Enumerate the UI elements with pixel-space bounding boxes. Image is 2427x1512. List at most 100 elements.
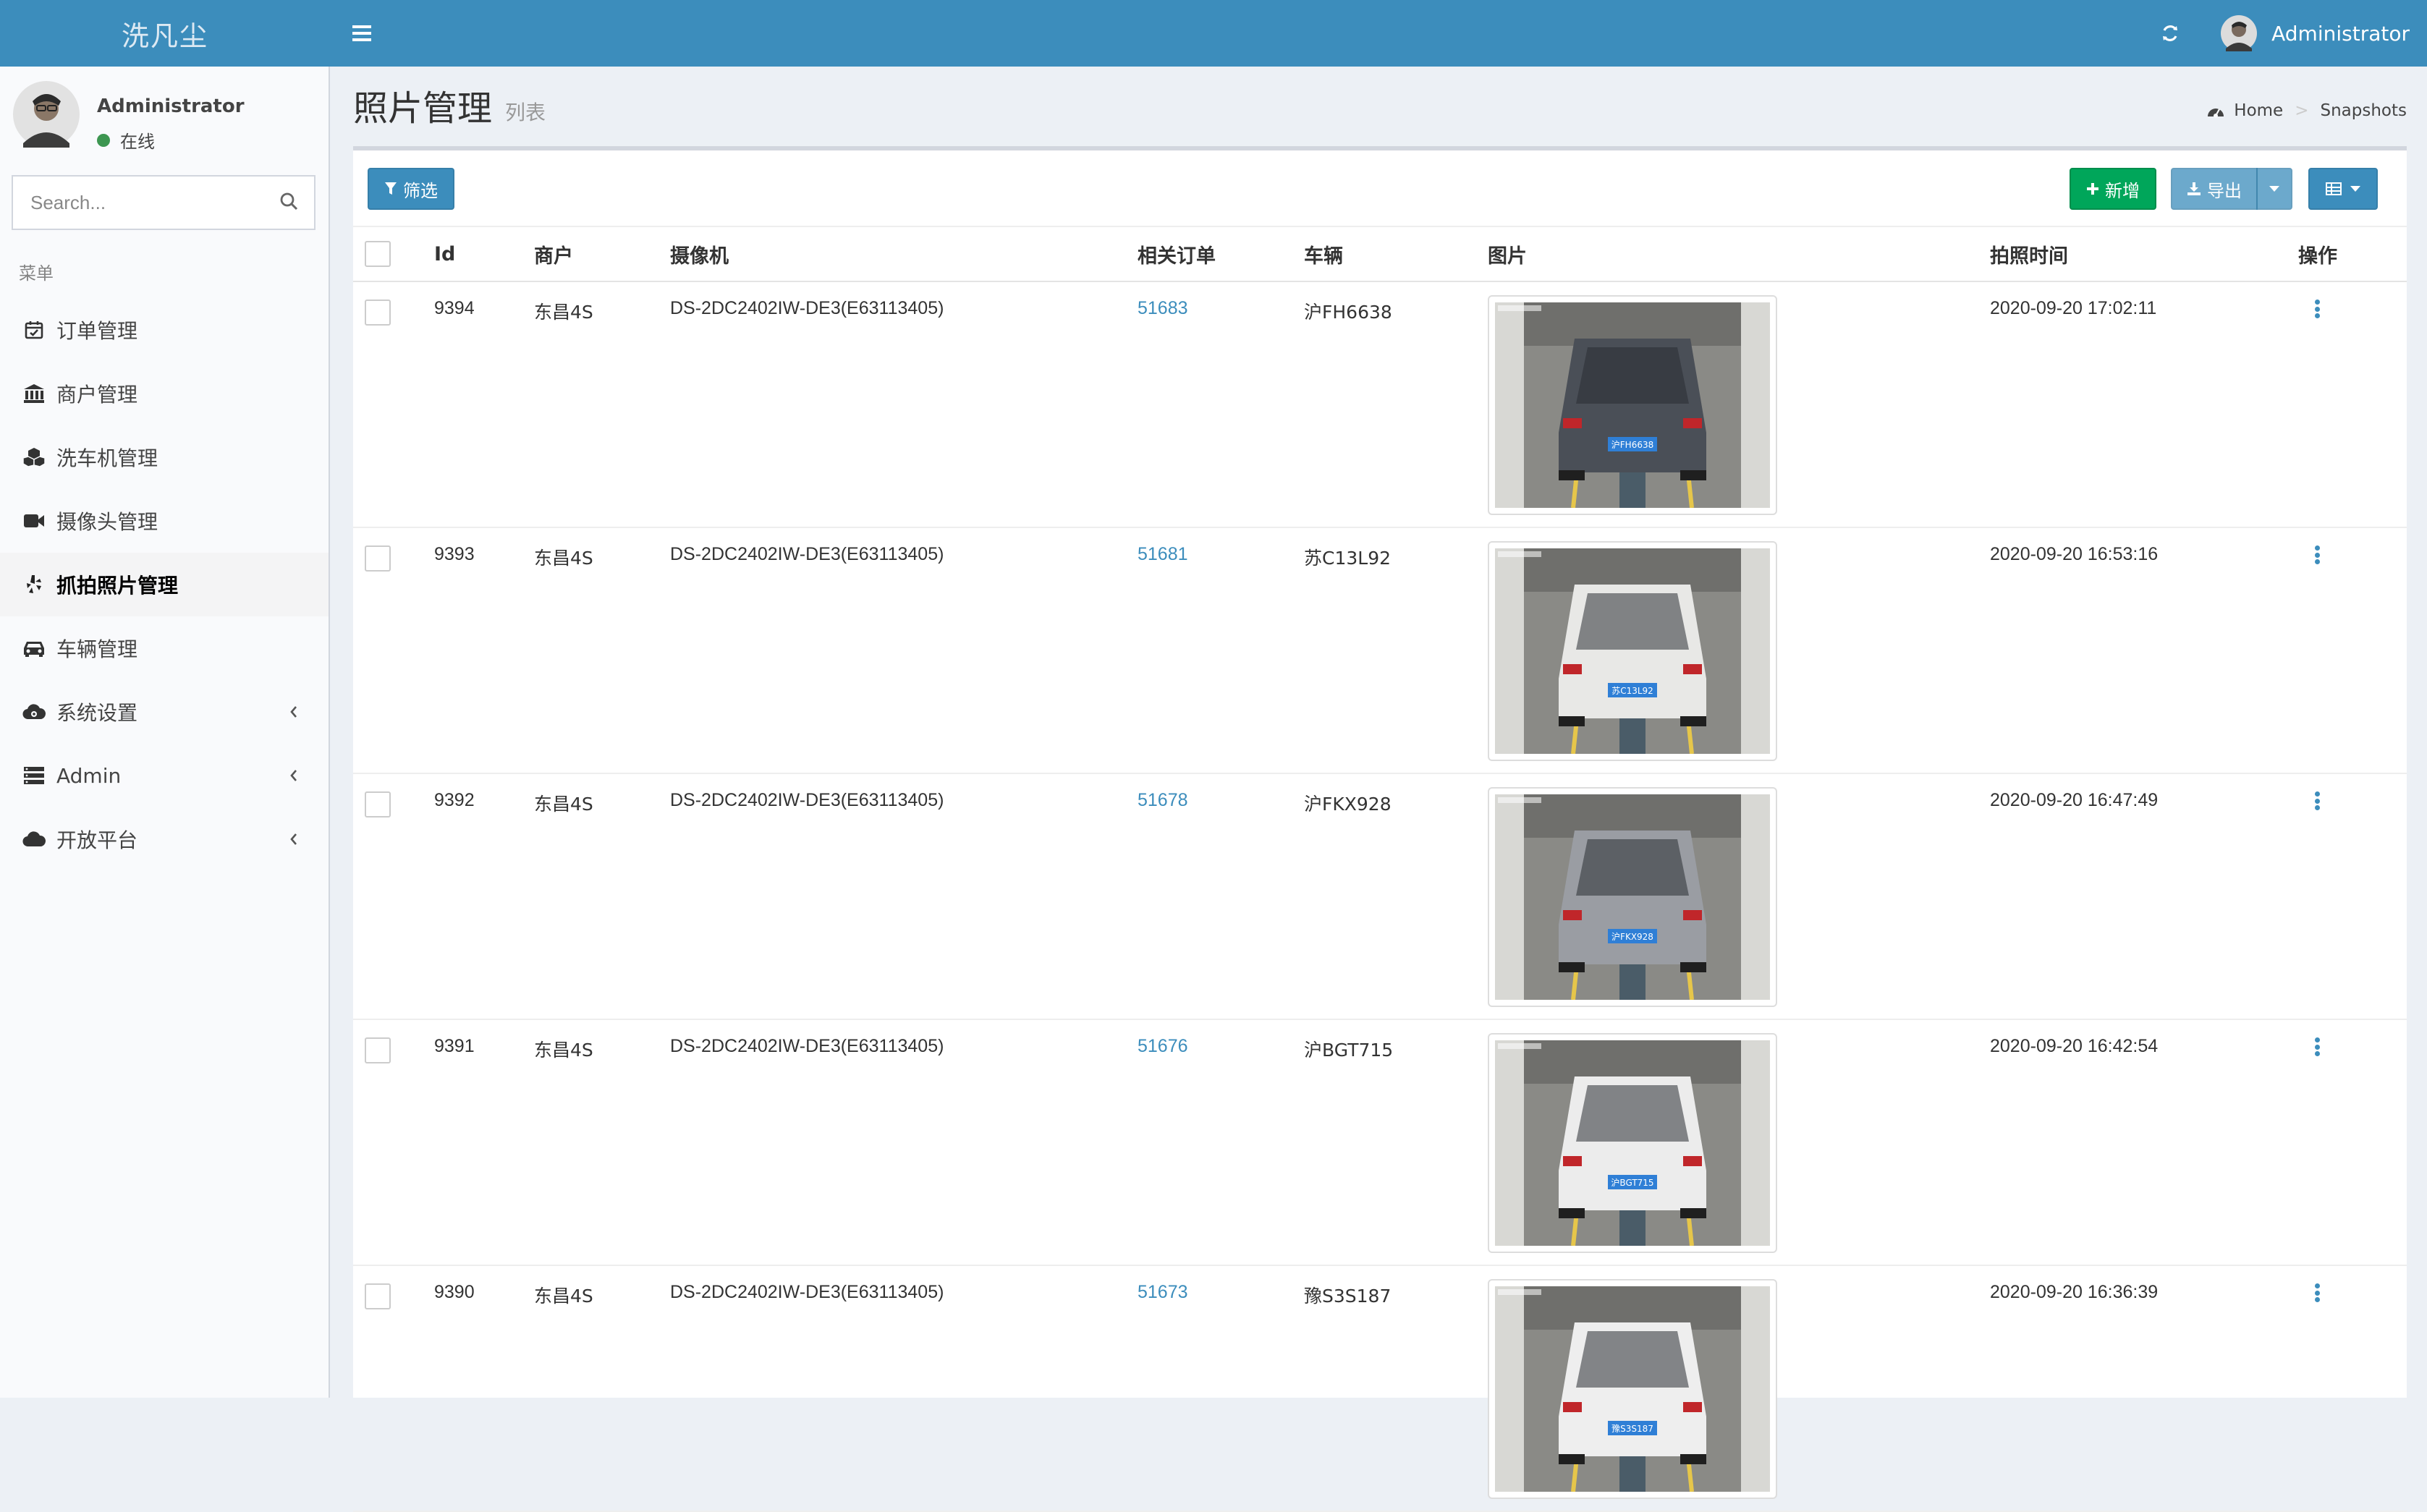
cell-merchant: 东昌4S <box>534 527 670 774</box>
car-wash-photo: 沪FH6638 <box>1495 302 1770 509</box>
search-input[interactable] <box>29 190 279 215</box>
refresh-icon[interactable] <box>2148 12 2192 55</box>
yelp-icon <box>22 572 46 597</box>
menu-header: 菜单 <box>19 263 54 284</box>
row-checkbox[interactable] <box>365 300 391 326</box>
avatar <box>13 81 80 148</box>
column-header-id[interactable]: Id <box>434 226 534 282</box>
user-status: 在线 <box>97 127 155 153</box>
sidebar-item-orders[interactable]: 订单管理 <box>0 298 329 362</box>
cell-id: 9393 <box>434 527 534 774</box>
row-actions-menu-icon[interactable] <box>2313 1036 2321 1058</box>
snapshot-thumbnail[interactable]: 沪FKX928 <box>1488 787 1777 1007</box>
sidebar-item-label: 洗车机管理 <box>56 446 158 470</box>
cell-time: 2020-09-20 16:47:49 <box>1990 773 2298 1020</box>
sidebar-item-admin[interactable]: Admin <box>0 744 329 807</box>
row-checkbox[interactable] <box>365 545 391 572</box>
cell-camera: DS-2DC2402IW-DE3(E63113405) <box>670 281 1138 528</box>
chevron-left-icon <box>290 770 297 781</box>
column-header-time[interactable]: 拍照时间 <box>1990 226 2298 282</box>
snapshot-thumbnail[interactable]: 豫S3S187 <box>1488 1279 1777 1499</box>
page-title: 照片管理 <box>353 88 493 129</box>
export-label: 导出 <box>2207 181 2242 201</box>
breadcrumb: Home > Snapshots <box>2206 101 2407 120</box>
cloud-icon <box>22 827 46 851</box>
filter-button[interactable]: 筛选 <box>368 168 454 210</box>
sidebar-item-label: 系统设置 <box>56 701 138 725</box>
order-link[interactable]: 51678 <box>1138 790 1188 810</box>
sidebar-item-system-settings[interactable]: 系统设置 <box>0 680 329 744</box>
column-header-photo[interactable]: 图片 <box>1488 226 1990 282</box>
status-text: 在线 <box>120 132 155 152</box>
row-actions-menu-icon[interactable] <box>2313 790 2321 812</box>
online-dot-icon <box>97 133 110 147</box>
column-header-vehicle[interactable]: 车辆 <box>1304 226 1488 282</box>
table-icon <box>2326 182 2342 195</box>
sidebar-item-snapshots[interactable]: 抓拍照片管理 <box>0 553 329 616</box>
snapshot-thumbnail[interactable]: 沪FH6638 <box>1488 295 1777 515</box>
avatar <box>2221 15 2258 51</box>
sidebar-item-vehicles[interactable]: 车辆管理 <box>0 616 329 680</box>
column-header-order[interactable]: 相关订单 <box>1138 226 1304 282</box>
order-link[interactable]: 51681 <box>1138 544 1188 564</box>
cloud-settings-icon <box>22 700 46 724</box>
row-checkbox[interactable] <box>365 1037 391 1063</box>
add-button[interactable]: 新增 <box>2070 168 2156 210</box>
snapshot-thumbnail[interactable]: 沪BGT715 <box>1488 1033 1777 1253</box>
sidebar-item-merchants[interactable]: 商户管理 <box>0 362 329 425</box>
cell-vehicle: 苏C13L92 <box>1304 527 1488 774</box>
search-icon[interactable] <box>279 192 298 213</box>
menu-toggle-icon[interactable] <box>347 19 376 48</box>
sidebar-search <box>12 175 315 230</box>
cell-camera: DS-2DC2402IW-DE3(E63113405) <box>670 773 1138 1020</box>
order-link[interactable]: 51683 <box>1138 298 1188 318</box>
order-link[interactable]: 51676 <box>1138 1036 1188 1056</box>
cell-id: 9390 <box>434 1265 534 1512</box>
add-label: 新增 <box>2105 181 2140 201</box>
table-row: 9393 东昌4S DS-2DC2402IW-DE3(E63113405) 51… <box>353 527 2407 774</box>
cell-merchant: 东昌4S <box>534 1265 670 1512</box>
cell-time: 2020-09-20 16:53:16 <box>1990 527 2298 774</box>
cell-merchant: 东昌4S <box>534 1019 670 1266</box>
table-row: 9391 东昌4S DS-2DC2402IW-DE3(E63113405) 51… <box>353 1019 2407 1266</box>
app-logo[interactable]: 洗凡尘 <box>0 0 330 67</box>
sidebar-item-label: 订单管理 <box>56 319 138 343</box>
calendar-check-icon <box>22 318 46 342</box>
car-wash-photo: 沪BGT715 <box>1495 1040 1770 1246</box>
row-actions-menu-icon[interactable] <box>2313 544 2321 566</box>
export-button[interactable]: 导出 <box>2171 168 2258 210</box>
sidebar-item-open-platform[interactable]: 开放平台 <box>0 807 329 871</box>
cell-time: 2020-09-20 16:36:39 <box>1990 1265 2298 1512</box>
sidebar-item-cameras[interactable]: 摄像头管理 <box>0 489 329 553</box>
row-actions-menu-icon[interactable] <box>2313 298 2321 320</box>
row-actions-menu-icon[interactable] <box>2313 1282 2321 1304</box>
cell-camera: DS-2DC2402IW-DE3(E63113405) <box>670 1019 1138 1266</box>
cell-time: 2020-09-20 17:02:11 <box>1990 281 2298 528</box>
svg-text:豫S3S187: 豫S3S187 <box>1611 1424 1653 1434</box>
snapshots-table: Id 商户 摄像机 相关订单 车辆 图片 拍照时间 操作 9394 东昌4S D… <box>353 226 2407 1512</box>
sidebar-item-wash-machines[interactable]: 洗车机管理 <box>0 425 329 489</box>
cell-id: 9391 <box>434 1019 534 1266</box>
filter-label: 筛选 <box>403 181 438 201</box>
user-name: Administrator <box>2271 21 2410 46</box>
columns-toggle-button[interactable] <box>2308 168 2378 210</box>
toolbar: 筛选 新增 导出 <box>353 150 2407 226</box>
dashboard-icon <box>2208 109 2224 118</box>
table-row: 9392 东昌4S DS-2DC2402IW-DE3(E63113405) 51… <box>353 773 2407 1020</box>
car-wash-photo: 豫S3S187 <box>1495 1286 1770 1492</box>
plus-icon <box>2087 183 2098 195</box>
order-link[interactable]: 51673 <box>1138 1282 1188 1302</box>
user-menu[interactable]: Administrator <box>2221 15 2410 51</box>
sidebar-item-label: Admin <box>56 763 122 788</box>
breadcrumb-home[interactable]: Home <box>2234 101 2283 120</box>
sidebar-item-label: 抓拍照片管理 <box>56 574 179 598</box>
select-all-checkbox[interactable] <box>365 241 391 267</box>
car-wash-photo: 沪FKX928 <box>1495 794 1770 1001</box>
column-header-merchant[interactable]: 商户 <box>534 226 670 282</box>
snapshot-thumbnail[interactable]: 苏C13L92 <box>1488 541 1777 761</box>
export-dropdown-toggle[interactable] <box>2256 168 2292 210</box>
row-checkbox[interactable] <box>365 1283 391 1309</box>
row-checkbox[interactable] <box>365 791 391 817</box>
column-header-camera[interactable]: 摄像机 <box>670 226 1138 282</box>
chevron-left-icon <box>290 706 297 718</box>
